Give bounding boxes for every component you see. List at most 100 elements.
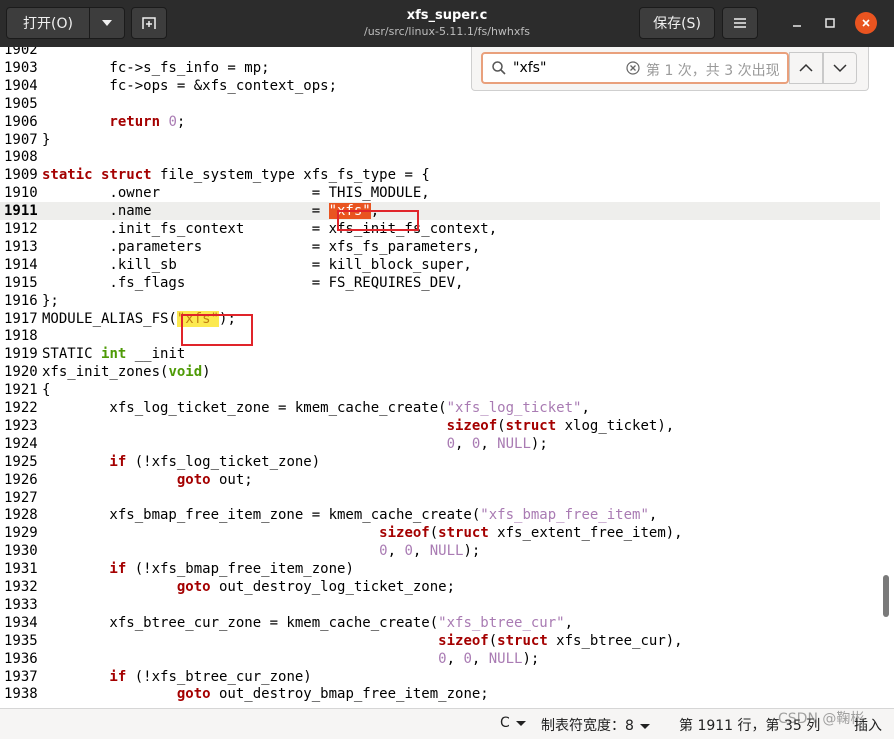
code-line[interactable]: 1916}; (0, 292, 880, 310)
chevron-down-icon (102, 20, 112, 26)
line-number: 1910 (4, 185, 38, 202)
code-editor[interactable]: 1902 1903 fc->s_fs_info = mp; 1904 fc->ops… (0, 47, 894, 708)
token-text: out_destroy_log_ticket_zone; (210, 579, 456, 595)
line-code: 0, 0, NULL); (42, 651, 539, 667)
code-line[interactable]: 1917 MODULE_ALIAS_FS("xfs"); (0, 310, 880, 328)
maximize-button[interactable] (819, 12, 841, 34)
line-number: 1904 (4, 77, 38, 94)
next-match-button[interactable] (823, 52, 857, 84)
code-line[interactable]: 1936 0, 0, NULL); (0, 650, 880, 668)
code-line[interactable]: 1907} (0, 131, 880, 149)
token-num: 0 (463, 650, 472, 667)
token-kw: if (42, 561, 127, 578)
code-line[interactable]: 1931 if (!xfs_bmap_free_item_zone) (0, 560, 880, 578)
code-line[interactable]: 1912 .init_fs_context = xfs_init_fs_cont… (0, 220, 880, 238)
search-input[interactable]: "xfs" 第 1 次，共 3 次出现 (481, 52, 789, 84)
code-line[interactable]: 1922 xfs_log_ticket_zone = kmem_cache_cr… (0, 399, 880, 417)
line-number: 1905 (4, 95, 38, 112)
open-dropdown-button[interactable] (89, 7, 125, 39)
code-line[interactable]: 1909 static struct file_system_type xfs_f… (0, 166, 880, 184)
annotation-box-alias (181, 314, 253, 346)
token-text: (!xfs_bmap_free_item_zone) (126, 561, 354, 578)
token-text: (!xfs_log_ticket_zone) (126, 453, 321, 470)
token-text: file_system_type xfs_fs_type = { (151, 167, 430, 184)
code-line[interactable]: 1935 sizeof(struct xfs_btree_cur), (0, 632, 880, 650)
code-line[interactable]: 1918 (0, 327, 880, 345)
code-line[interactable]: 1921{ (0, 381, 880, 399)
line-number: 1936 (4, 650, 38, 667)
open-button[interactable]: 打开(O) (6, 7, 90, 39)
line-number: 1934 (4, 614, 38, 631)
line-code: sizeof(struct xfs_btree_cur), (42, 632, 682, 649)
token-text: , (387, 543, 405, 560)
token-text: , (581, 400, 590, 416)
clear-search-icon[interactable] (625, 60, 641, 76)
code-line[interactable]: 1930 0, 0, NULL); (0, 542, 880, 560)
language-selector[interactable]: C (500, 715, 526, 731)
line-number: 1938 (4, 686, 38, 703)
token-kw: struct (497, 632, 548, 649)
line-number: 1915 (4, 274, 38, 291)
token-text: STATIC (42, 346, 102, 363)
code-line[interactable]: 1906 return 0; (0, 113, 880, 131)
code-line[interactable]: 1937 if (!xfs_btree_cur_zone) (0, 668, 880, 686)
vertical-scrollbar[interactable] (883, 575, 889, 617)
code-line[interactable]: 1919 STATIC int __init (0, 345, 880, 363)
code-line[interactable]: 1905 (0, 95, 880, 113)
line-code: xfs_bmap_free_item_zone = kmem_cache_cre… (42, 507, 657, 523)
hamburger-menu-button[interactable] (722, 7, 758, 39)
tab-width-selector[interactable]: 制表符宽度：8 (541, 715, 650, 735)
token-text: ) (202, 364, 211, 381)
watermark: CSDN @鞠彬 (778, 711, 865, 727)
new-document-button[interactable] (131, 7, 167, 39)
code-line[interactable]: 1932 goto out_destroy_log_ticket_zone; (0, 578, 880, 596)
token-text: MODULE_ALIAS_FS( (42, 310, 177, 327)
code-line[interactable]: 1908 (0, 148, 880, 166)
code-line[interactable]: 1938 goto out_destroy_bmap_free_item_zon… (0, 685, 880, 703)
code-line[interactable]: 1925 if (!xfs_log_ticket_zone) (0, 453, 880, 471)
code-line[interactable]: 1923 sizeof(struct xlog_ticket), (0, 417, 880, 435)
token-text: , (455, 435, 472, 452)
line-number: 1935 (4, 632, 38, 649)
line-number: 1902 (4, 47, 38, 58)
code-line[interactable]: 1933 (0, 596, 880, 614)
code-line[interactable]: 1920 xfs_init_zones(void) (0, 363, 880, 381)
line-code: }; (42, 293, 59, 309)
line-number: 1906 (4, 113, 38, 130)
code-line[interactable]: 1927 (0, 489, 880, 507)
line-number: 1929 (4, 525, 38, 542)
code-line[interactable]: 1915 .fs_flags = FS_REQUIRES_DEV, (0, 274, 880, 292)
token-text: xfs_extent_free_item), (488, 525, 683, 542)
code-line[interactable]: 1910 .owner = THIS_MODULE, (0, 184, 880, 202)
code-line[interactable]: 1911 .name = "xfs", (0, 202, 880, 221)
code-line[interactable]: 1929 sizeof(struct xfs_extent_free_item)… (0, 524, 880, 542)
token-text: ( (488, 632, 498, 649)
line-code: fc->ops = &xfs_context_ops; (42, 78, 337, 94)
line-code: .kill_sb = kill_block_super, (42, 257, 471, 273)
close-button[interactable] (855, 12, 877, 34)
save-button-label: 保存(S) (653, 16, 701, 32)
minimize-button[interactable] (786, 12, 808, 34)
line-code: return 0; (42, 114, 185, 130)
code-line[interactable]: 1926 goto out; (0, 471, 880, 489)
code-line[interactable]: 1913 .parameters = xfs_fs_parameters, (0, 238, 880, 256)
token-kw: if (42, 668, 127, 685)
token-kw: goto (42, 471, 211, 488)
maximize-icon (825, 18, 835, 28)
code-line[interactable]: 1928 xfs_bmap_free_item_zone = kmem_cach… (0, 506, 880, 524)
previous-match-button[interactable] (789, 52, 823, 84)
token-text: ( (497, 417, 506, 434)
token-kw: goto (42, 579, 211, 595)
open-button-label: 打开(O) (23, 16, 73, 32)
token-text: , (564, 614, 574, 631)
token-text: { (42, 382, 51, 399)
code-line[interactable]: 1924 0, 0, NULL); (0, 435, 880, 453)
search-bar: "xfs" 第 1 次，共 3 次出现 (471, 47, 869, 91)
line-code: .init_fs_context = xfs_init_fs_context, (42, 221, 497, 237)
line-code: goto out_destroy_log_ticket_zone; (42, 579, 455, 595)
code-line[interactable]: 1934 xfs_btree_cur_zone = kmem_cache_cre… (0, 614, 880, 632)
token-text: , (471, 650, 489, 667)
code-line[interactable]: 1914 .kill_sb = kill_block_super, (0, 256, 880, 274)
line-number: 1903 (4, 59, 38, 76)
save-button[interactable]: 保存(S) (639, 7, 715, 39)
